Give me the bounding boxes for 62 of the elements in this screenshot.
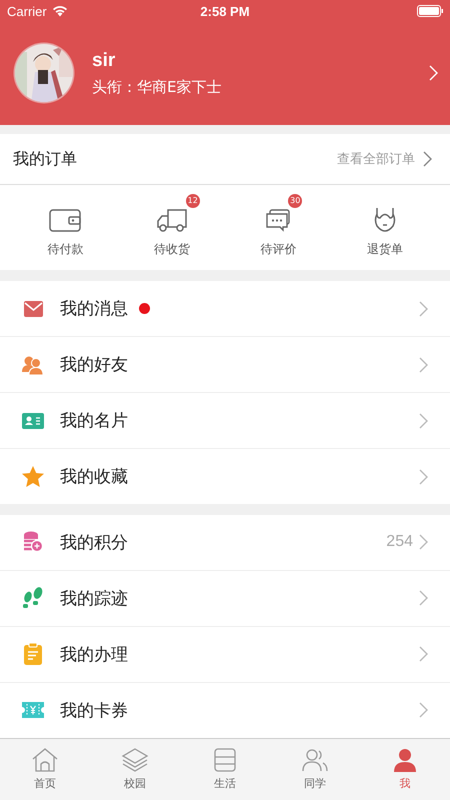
bib-icon [374, 206, 396, 232]
menu-label: 我的卡券 [60, 700, 128, 722]
order-status-item[interactable]: 30 待评价 [225, 192, 332, 258]
count-badge: 12 [186, 194, 200, 208]
tab[interactable]: 同学 [270, 738, 360, 800]
clock-text: 2:58 PM [200, 4, 250, 18]
chevron-icon [419, 590, 428, 606]
menu-item[interactable]: 我的踪迹 [0, 570, 450, 627]
order-status-item[interactable]: 12 待收货 [118, 192, 225, 258]
chevron-icon [419, 468, 428, 484]
menu-label: 我的踪迹 [60, 588, 128, 610]
id-card-icon [22, 412, 44, 428]
battery-icon [417, 5, 443, 17]
menu-label: 我的名片 [60, 410, 128, 432]
person-icon [391, 747, 419, 774]
star-icon [22, 466, 44, 487]
chevron-icon [419, 412, 428, 428]
user-name: sir [92, 50, 116, 72]
message-icon [266, 208, 290, 232]
menu-item[interactable]: 我的卡券 [0, 682, 450, 738]
chevron-icon [419, 534, 428, 550]
chevron-icon [429, 65, 438, 82]
order-status-item[interactable]: 退货单 [332, 192, 438, 258]
wallet-icon [49, 208, 82, 232]
profile-row[interactable]: sir 头衔：华商E家下士 [0, 22, 450, 125]
menu-label: 我的积分 [60, 532, 128, 554]
home-icon [31, 747, 59, 774]
menu-item[interactable]: 我的办理 [0, 626, 450, 683]
tab[interactable]: 校园 [90, 738, 180, 800]
menu-item[interactable]: 我的消息 [0, 281, 450, 337]
menu-label: 我的办理 [60, 644, 128, 666]
carrier-text: Carrier [7, 4, 47, 18]
count-badge: 30 [288, 194, 302, 208]
footprints-icon [22, 587, 44, 610]
coins-icon [23, 531, 43, 554]
layers-icon [121, 747, 149, 774]
people-icon [301, 747, 329, 774]
wifi-icon [52, 5, 68, 17]
points-value: 254 [386, 533, 413, 552]
people-icon [22, 354, 44, 374]
orders-title: 我的订单 [13, 148, 78, 170]
chevron-icon [419, 356, 428, 372]
menu-label: 我的好友 [60, 354, 128, 376]
chevron-icon [419, 646, 428, 662]
menu-item[interactable]: 我的名片 [0, 393, 450, 449]
tab[interactable]: 首页 [0, 738, 90, 800]
tab[interactable]: 生活 [180, 738, 270, 800]
menu-item[interactable]: 我的收藏 [0, 449, 450, 504]
menu-item[interactable]: 我的积分 254 [0, 514, 450, 571]
order-status-item[interactable]: 待付款 [12, 192, 118, 258]
clipboard-icon [24, 643, 42, 666]
ticket-icon [22, 702, 44, 718]
chevron-icon [423, 151, 432, 168]
menu-item[interactable]: 我的好友 [0, 337, 450, 393]
user-title: 头衔：华商E家下士 [92, 78, 222, 97]
envelope-icon [24, 300, 42, 316]
orders-header[interactable]: 我的订单 查看全部订单 [0, 134, 450, 186]
chevron-icon [419, 702, 428, 718]
menu-label: 我的收藏 [60, 466, 128, 488]
menu-label: 我的消息 [60, 298, 128, 320]
tab[interactable]: 我 [360, 738, 450, 800]
chevron-icon [419, 300, 428, 316]
